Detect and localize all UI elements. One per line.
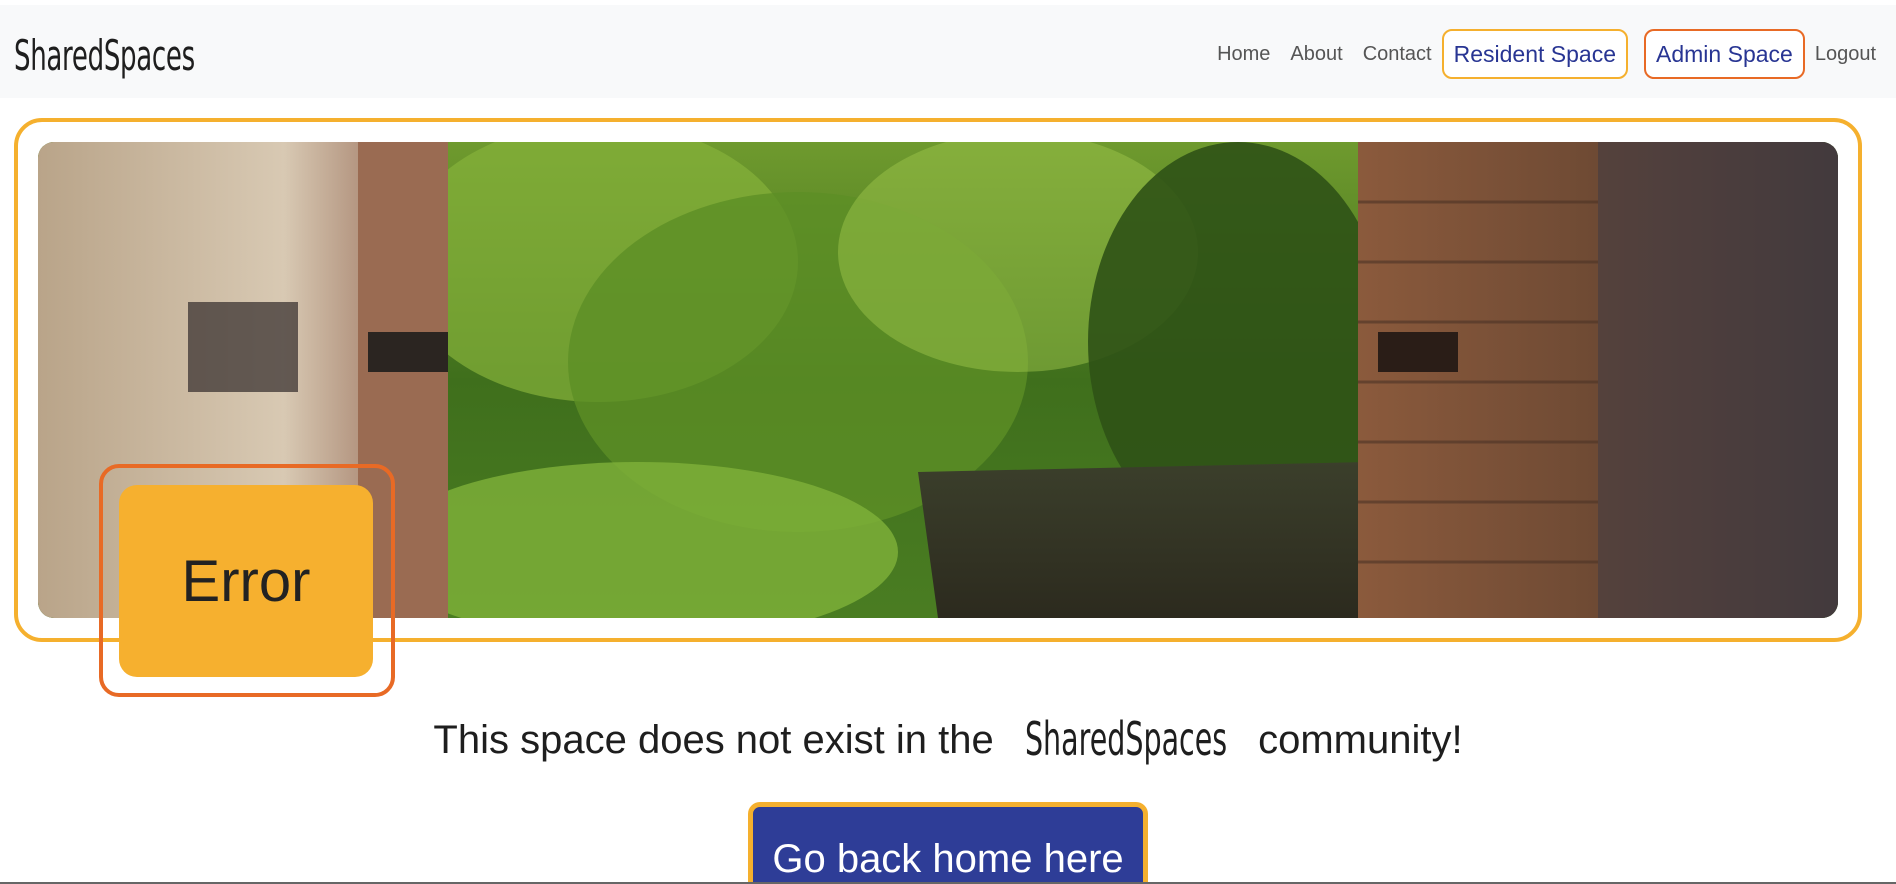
logout-link[interactable]: Logout	[1805, 43, 1886, 66]
nav-about-link[interactable]: About	[1280, 43, 1352, 66]
error-message-prefix: This space does not exist in the	[433, 718, 994, 762]
error-message: This space does not exist in the SharedS…	[0, 712, 1896, 766]
nav-menu: Home About Contact Resident Space Admin …	[1207, 27, 1886, 81]
nav-contact-link[interactable]: Contact	[1353, 43, 1442, 66]
error-message-brand: SharedSpaces	[1024, 712, 1227, 766]
resident-space-button[interactable]: Resident Space	[1441, 29, 1629, 79]
brand-logo[interactable]: SharedSpaces	[14, 29, 195, 83]
navbar: SharedSpaces Home About Contact Resident…	[0, 5, 1896, 98]
error-badge: Error	[119, 485, 373, 677]
admin-space-button[interactable]: Admin Space	[1644, 29, 1805, 79]
go-home-button[interactable]: Go back home here	[748, 802, 1148, 884]
nav-home-link[interactable]: Home	[1207, 43, 1280, 66]
error-message-suffix: community!	[1258, 718, 1463, 762]
error-badge-label: Error	[181, 548, 311, 614]
